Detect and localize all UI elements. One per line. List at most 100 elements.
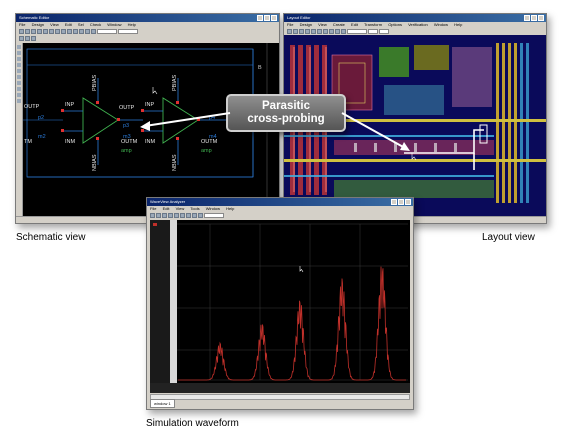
net-label-m2: m2	[38, 134, 46, 140]
tool-icon[interactable]	[17, 75, 21, 79]
menu-item[interactable]: Help	[454, 22, 462, 27]
menu-item[interactable]: Design	[32, 22, 44, 27]
waveform-titlebar[interactable]: WaveView Analyzer	[147, 198, 413, 206]
redo-icon[interactable]	[311, 29, 316, 34]
menu-item[interactable]: Edit	[65, 22, 72, 27]
maximize-icon[interactable]	[398, 199, 404, 205]
schematic-mode-select[interactable]	[97, 29, 117, 34]
tool-icon[interactable]	[17, 57, 21, 61]
close-icon[interactable]	[271, 15, 277, 21]
select-icon[interactable]	[73, 29, 78, 34]
schematic-titlebar[interactable]: Schematic Editor	[16, 14, 279, 22]
tool-icon[interactable]	[17, 69, 21, 73]
waveform-title: WaveView Analyzer	[150, 199, 186, 204]
new-icon[interactable]	[287, 29, 292, 34]
layout-depth-field[interactable]	[379, 29, 389, 34]
tool-icon[interactable]	[17, 93, 21, 97]
open-icon[interactable]	[25, 29, 30, 34]
waveform-hscroll[interactable]	[150, 394, 410, 400]
wire-icon[interactable]	[79, 29, 84, 34]
fit-icon[interactable]	[329, 29, 334, 34]
tool-icon[interactable]	[17, 81, 21, 85]
grid-icon[interactable]	[198, 213, 203, 218]
menu-item[interactable]: View	[50, 22, 59, 27]
redo-icon[interactable]	[49, 29, 54, 34]
zoom-in-icon[interactable]	[162, 213, 167, 218]
menu-item[interactable]: Transform	[364, 22, 382, 27]
ruler-icon[interactable]	[335, 29, 340, 34]
waveform-canvas[interactable]	[150, 220, 410, 393]
close-icon[interactable]	[538, 15, 544, 21]
menu-item[interactable]: View	[318, 22, 327, 27]
minimize-icon[interactable]	[524, 15, 530, 21]
search-icon[interactable]	[31, 36, 36, 41]
tool-icon[interactable]	[17, 45, 21, 49]
open-icon[interactable]	[150, 213, 155, 218]
pin-icon[interactable]	[85, 29, 90, 34]
hierarchy-icon[interactable]	[25, 36, 30, 41]
zoom-in-icon[interactable]	[55, 29, 60, 34]
caption-schematic: Schematic view	[16, 232, 86, 243]
menu-item[interactable]: Edit	[351, 22, 358, 27]
save-icon[interactable]	[156, 213, 161, 218]
measure-icon[interactable]	[186, 213, 191, 218]
check-icon[interactable]	[19, 36, 24, 41]
menu-item[interactable]: Help	[226, 206, 234, 211]
marker-icon[interactable]	[192, 213, 197, 218]
pin-label-outp-mid: OUTP	[119, 105, 135, 111]
menu-item[interactable]: Edit	[163, 206, 170, 211]
menu-item[interactable]: Design	[300, 22, 312, 27]
tool-icon[interactable]	[17, 63, 21, 67]
menu-item[interactable]: File	[19, 22, 25, 27]
layer-icon[interactable]	[341, 29, 346, 34]
amp-symbol-2[interactable]	[162, 97, 199, 144]
schematic-toolbar-2	[16, 35, 279, 42]
waveform-window[interactable]: WaveView Analyzer File Edit View Tools W…	[146, 197, 414, 410]
menu-item[interactable]: Window	[434, 22, 448, 27]
save-icon[interactable]	[31, 29, 36, 34]
schematic-zoom-field[interactable]	[118, 29, 138, 34]
new-icon[interactable]	[19, 29, 24, 34]
undo-icon[interactable]	[43, 29, 48, 34]
menu-item[interactable]: File	[150, 206, 156, 211]
layout-select-field[interactable]	[347, 29, 367, 34]
maximize-icon[interactable]	[531, 15, 537, 21]
zoom-out-icon[interactable]	[168, 213, 173, 218]
amp-symbol-1[interactable]	[82, 97, 119, 144]
menu-item[interactable]: Verification	[408, 22, 428, 27]
menu-item[interactable]: Window	[107, 22, 121, 27]
cursor-tool-icon[interactable]	[180, 213, 185, 218]
save-icon[interactable]	[299, 29, 304, 34]
zoom-out-icon[interactable]	[323, 29, 328, 34]
tool-icon[interactable]	[17, 99, 21, 103]
menu-item[interactable]: Window	[206, 206, 220, 211]
menu-item[interactable]: Tools	[190, 206, 199, 211]
tool-icon[interactable]	[17, 51, 21, 55]
tool-icon[interactable]	[17, 87, 21, 91]
waveform-signal-field[interactable]	[204, 213, 224, 218]
waveform-scrollbar[interactable]	[170, 220, 177, 393]
fit-icon[interactable]	[67, 29, 72, 34]
close-icon[interactable]	[405, 199, 411, 205]
probe-icon[interactable]	[91, 29, 96, 34]
menu-item[interactable]: Check	[90, 22, 101, 27]
layout-level-field[interactable]	[368, 29, 378, 34]
fit-icon[interactable]	[174, 213, 179, 218]
menu-item[interactable]: Options	[388, 22, 402, 27]
maximize-icon[interactable]	[264, 15, 270, 21]
zoom-in-icon[interactable]	[317, 29, 322, 34]
open-icon[interactable]	[293, 29, 298, 34]
waveform-window-tab[interactable]: window 1	[150, 399, 175, 408]
undo-icon[interactable]	[305, 29, 310, 34]
print-icon[interactable]	[37, 29, 42, 34]
minimize-icon[interactable]	[257, 15, 263, 21]
layout-titlebar[interactable]: Layout Editor	[284, 14, 546, 22]
schematic-title: Schematic Editor	[19, 15, 50, 20]
zoom-out-icon[interactable]	[61, 29, 66, 34]
menu-item[interactable]: Create	[333, 22, 345, 27]
minimize-icon[interactable]	[391, 199, 397, 205]
menu-item[interactable]: Help	[128, 22, 136, 27]
menu-item[interactable]: Sel	[78, 22, 84, 27]
menu-item[interactable]: File	[287, 22, 293, 27]
menu-item[interactable]: View	[176, 206, 185, 211]
